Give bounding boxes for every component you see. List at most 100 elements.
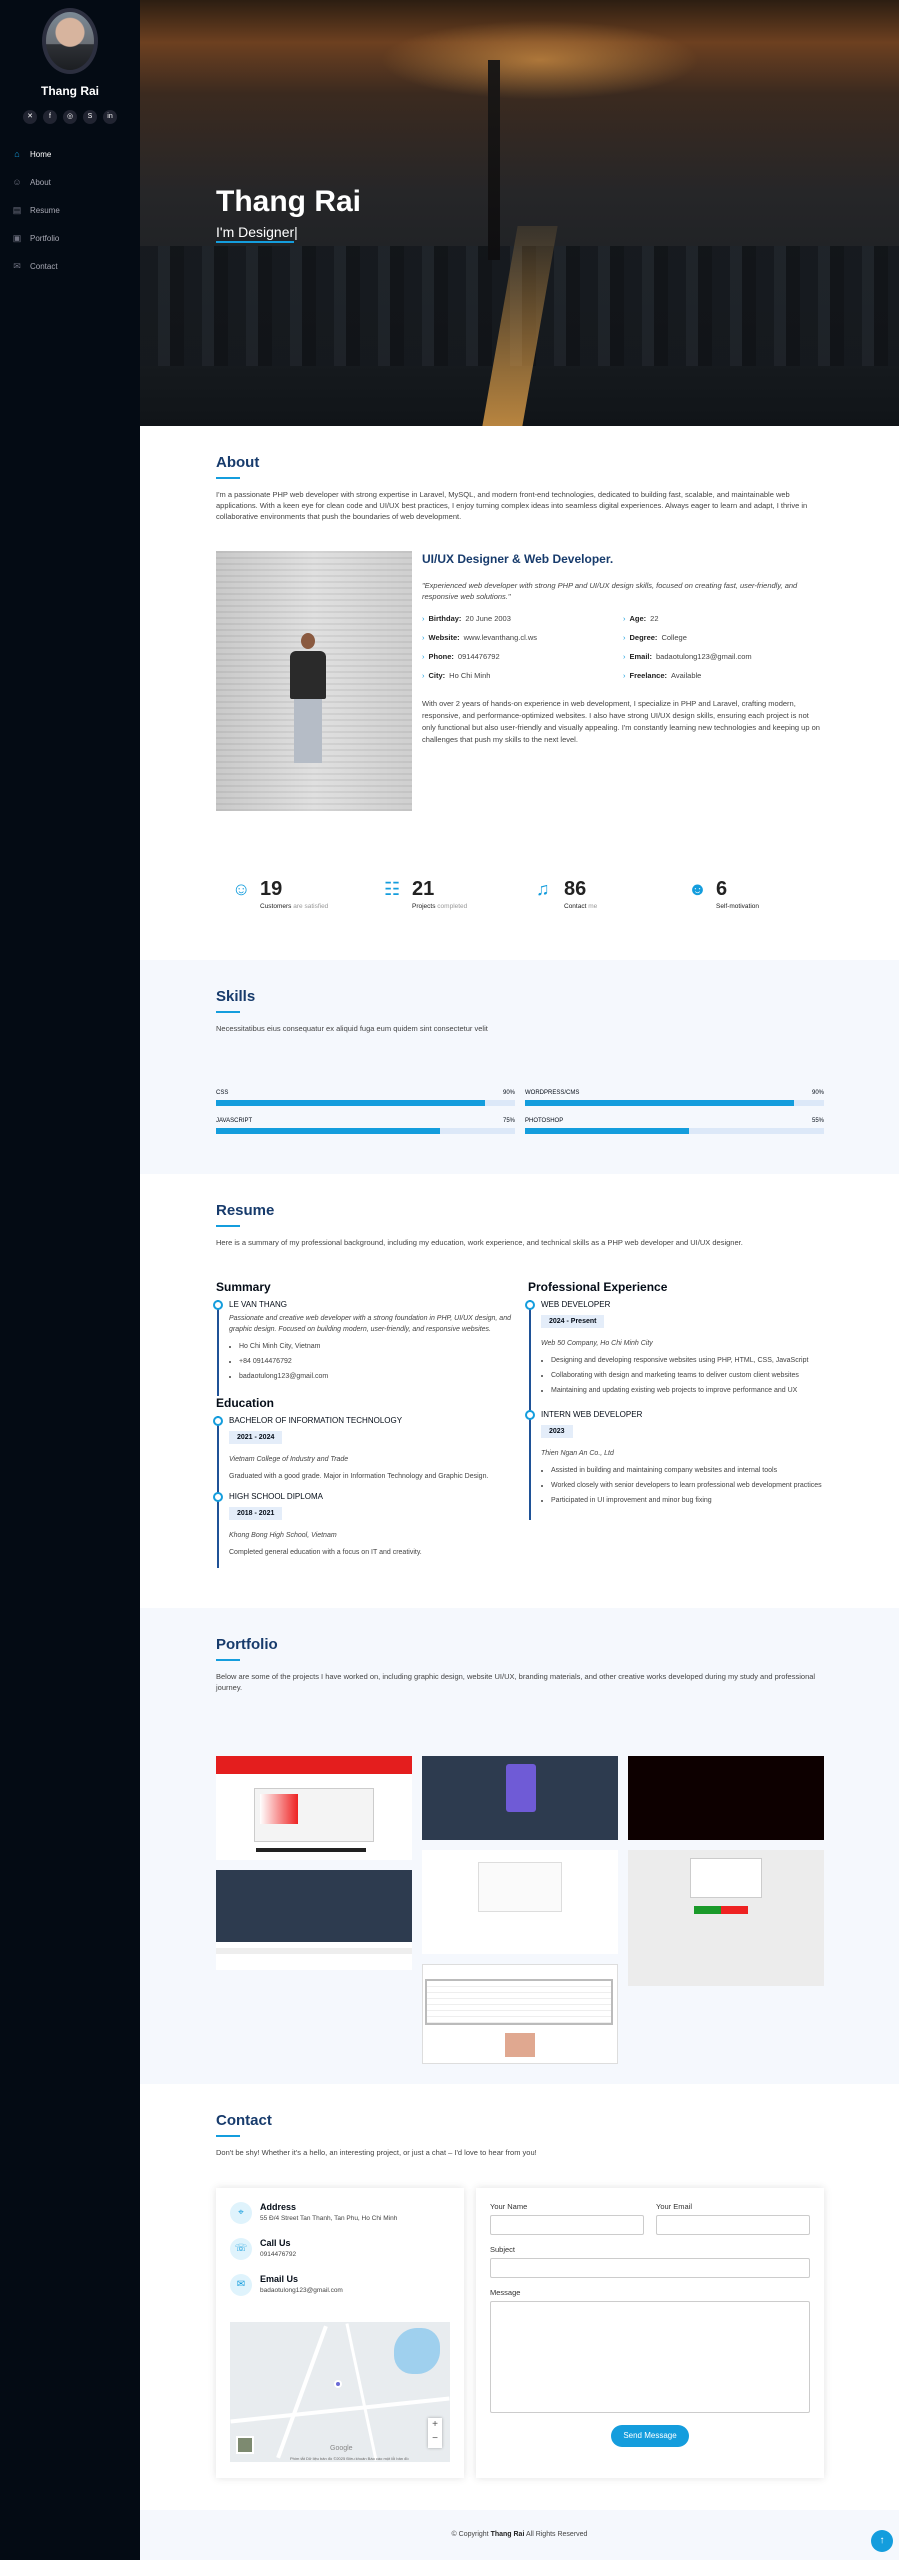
skill-progress-fill (525, 1100, 795, 1106)
nav-item-resume[interactable]: ▤ Resume (12, 196, 140, 224)
section-title: Portfolio (216, 1636, 824, 1661)
person-icon: ☺ (12, 177, 22, 187)
resume-bullet: Maintaining and updating existing web pr… (551, 1385, 824, 1396)
envelope-icon: ✉ (230, 2274, 252, 2296)
info-city: › City: Ho Chi Minh (422, 671, 491, 680)
contact-address: ⌖ Address 55 Đ/4 Street Tan Thanh, Tan Ph… (216, 2188, 464, 2224)
nav-item-home[interactable]: ⌂ Home (12, 140, 140, 168)
resume-place: Web 50 Company, Ho Chi Minh City (541, 1340, 653, 1347)
map-zoom-control[interactable]: + − (428, 2418, 442, 2448)
name-label: Your Name (490, 2202, 528, 2211)
resume-item: LE VAN THANG Passionate and creative web… (213, 1300, 512, 1396)
contact-phone: ☏ Call Us 0914476792 (216, 2224, 464, 2260)
info-degree: › Degree: College (623, 633, 687, 642)
stat-label: Self-motivation (716, 903, 759, 910)
smile-icon: ☺ (232, 879, 251, 899)
google-map[interactable]: + − Google Phím tắt Dữ liệu bản đồ ©2025 … (230, 2322, 450, 2462)
stat-label: Projects completed (412, 903, 468, 910)
hero-name: Thang Rai (216, 185, 362, 218)
map-pin-icon[interactable] (334, 2380, 342, 2388)
skill-grid: CSS 90% WORDPRESS/CMS 90% JAVASCRIPT 75% PHOTO… (216, 1090, 824, 1134)
resume-item-title: LE VAN THANG (229, 1300, 287, 1309)
instagram-icon[interactable]: ◎ (63, 110, 77, 124)
section-title: Resume (216, 1202, 824, 1227)
hero-prefix: I'm (216, 224, 239, 240)
skill-item: PHOTOSHOP 55% (525, 1118, 824, 1134)
resume-item-title: INTERN WEB DEVELOPER (541, 1410, 643, 1419)
portfolio-item-color-picker[interactable] (216, 1756, 412, 1860)
experience-title: Professional Experience (528, 1280, 668, 1294)
phone-icon: ☏ (230, 2238, 252, 2260)
portfolio-item-desktop-app[interactable] (422, 1964, 618, 2064)
resume-text: Graduated with a good grade. Major in In… (229, 1473, 489, 1480)
skill-name: PHOTOSHOP (525, 1118, 564, 1124)
resume-date: 2018 - 2021 (229, 1507, 283, 1520)
nav-item-contact[interactable]: ✉ Contact (12, 252, 140, 280)
summary-contact: Ho Chi Minh City, Vietnam (239, 1341, 512, 1352)
skill-item: WORDPRESS/CMS 90% (525, 1090, 824, 1106)
skill-item: CSS 90% (216, 1090, 515, 1106)
contact-form: Your Name Your Email Subject Message Sen… (476, 2188, 824, 2478)
send-message-button[interactable]: Send Message (611, 2425, 689, 2447)
stat-label: Customers are satisfied (260, 903, 329, 910)
about-section: About I'm a passionate PHP web developer… (140, 426, 899, 960)
resume-bullet: Worked closely with senior developers to… (551, 1480, 824, 1491)
resume-item-title: HIGH SCHOOL DIPLOMA (229, 1492, 323, 1501)
file-icon: ▤ (12, 204, 22, 215)
portfolio-item-dark[interactable] (628, 1756, 824, 1840)
map-satellite-toggle[interactable] (236, 2436, 254, 2454)
name-field[interactable] (490, 2215, 644, 2235)
summary-title: Summary (216, 1280, 271, 1294)
chevron-right-icon: › (623, 614, 626, 623)
chevron-right-icon: › (422, 614, 425, 623)
message-field[interactable] (490, 2301, 810, 2413)
subject-field[interactable] (490, 2258, 810, 2278)
twitter-icon[interactable]: ✕ (23, 110, 37, 124)
portfolio-item-login[interactable] (628, 1850, 824, 1986)
images-icon: ▣ (12, 232, 22, 243)
portfolio-item-form[interactable] (422, 1850, 618, 1954)
about-details: UI/UX Designer & Web Developer. "Experie… (422, 552, 824, 746)
resume-section: Resume Here is a summary of my professio… (140, 1174, 899, 1608)
info-grid: › Birthday: 20 June 2003 › Age: 22 › Website:… (422, 614, 824, 680)
skill-progress-fill (525, 1128, 690, 1134)
home-icon: ⌂ (14, 149, 20, 159)
stat-number: 86 (564, 878, 587, 900)
linkedin-icon[interactable]: in (103, 110, 117, 124)
chevron-right-icon: › (623, 671, 626, 680)
skill-percent: 90% (502, 1090, 515, 1096)
resume-place: Thien Ngan An Co., Ltd (541, 1450, 614, 1457)
nav-label: Portfolio (30, 233, 60, 243)
facebook-icon[interactable]: f (43, 110, 57, 124)
hero-typed-text: Designer (238, 224, 295, 240)
section-title: Skills (216, 988, 824, 1013)
nav-label: Home (30, 149, 52, 159)
typing-cursor: | (294, 224, 298, 240)
skill-progress-bar (525, 1100, 824, 1106)
email-field[interactable] (656, 2215, 810, 2235)
footer-name: Thang Rai (490, 2531, 525, 2538)
back-to-top-button[interactable]: ↑ (871, 2530, 893, 2552)
resume-summary-text: Passionate and creative web developer wi… (229, 1315, 511, 1333)
sidebar: Thang Rai ✕ f ◎ S in ⌂ Home ☺ About ▤ Re… (0, 0, 140, 2560)
skill-progress-bar (525, 1128, 824, 1134)
portfolio-item-calculator[interactable] (422, 1756, 618, 1840)
resume-bullet: Designing and developing responsive webs… (551, 1355, 824, 1366)
stat-label: Contact me (564, 903, 598, 910)
resume-date: 2021 - 2024 (229, 1431, 283, 1444)
resume-text: Completed general education with a focus… (229, 1549, 422, 1556)
skill-progress-bar (216, 1128, 515, 1134)
map-credit: Phím tắt Dữ liệu bản đồ ©2025 Điều khoản… (290, 2456, 409, 2461)
sidebar-name: Thang Rai (40, 84, 99, 98)
portfolio-item-dashboard[interactable] (216, 1870, 412, 1970)
hero-subtitle: I'm Designer| (216, 224, 298, 243)
nav-label: Resume (30, 205, 60, 215)
envelope-icon: ✉ (13, 260, 21, 271)
resume-place: Khong Bong High School, Vietnam (229, 1532, 337, 1539)
skills-description: Necessitatibus eius consequatur ex aliqu… (216, 1024, 488, 1033)
nav-item-about[interactable]: ☺ About (12, 168, 140, 196)
avatar (42, 8, 98, 74)
skype-icon[interactable]: S (83, 110, 97, 124)
nav-item-portfolio[interactable]: ▣ Portfolio (12, 224, 140, 252)
chevron-right-icon: › (422, 652, 425, 661)
